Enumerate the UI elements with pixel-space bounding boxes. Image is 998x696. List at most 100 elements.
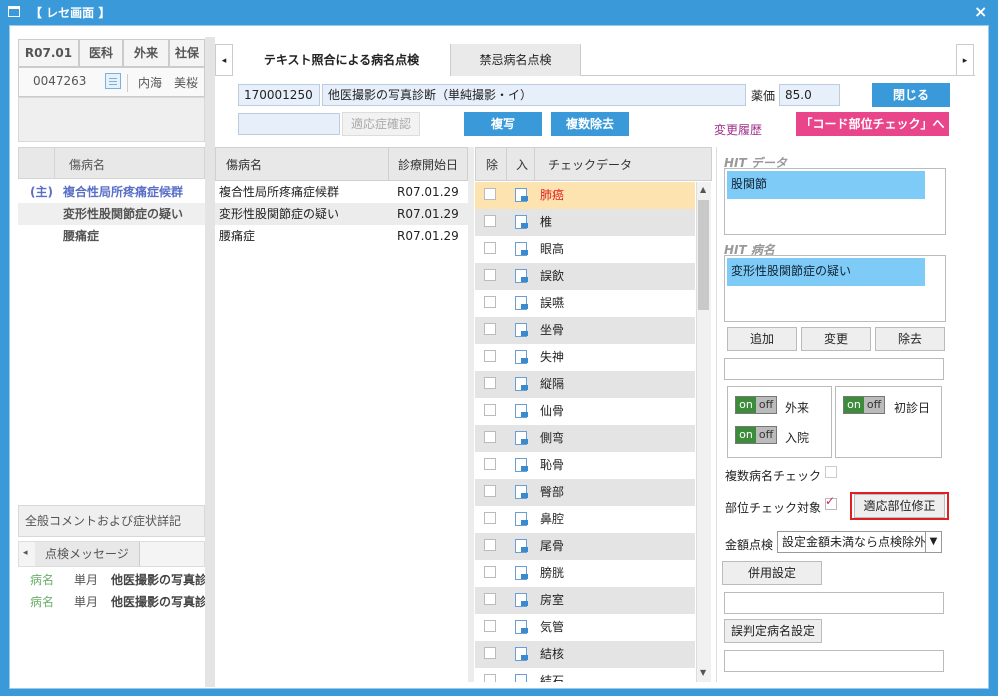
insert-document-icon[interactable] [515, 215, 528, 229]
exclude-checkbox[interactable] [484, 404, 496, 416]
tab-scroll-right-icon[interactable]: ▸ [956, 44, 974, 76]
check-data-row[interactable]: 恥骨 [475, 452, 695, 479]
message-row[interactable]: 病名 単月 他医撮影の写真診 [18, 591, 205, 613]
exclude-checkbox[interactable] [484, 377, 496, 389]
misjudge-input[interactable] [724, 650, 944, 672]
table-row[interactable]: 変形性股関節症の疑い R07.01.29 [215, 203, 468, 225]
price-field[interactable]: 85.0 [779, 84, 840, 106]
site-check-checkbox[interactable]: ✓ [825, 495, 837, 510]
copy-button[interactable]: 複写 [464, 112, 542, 136]
scroll-thumb[interactable] [698, 200, 709, 310]
insert-document-icon[interactable] [515, 296, 528, 310]
check-data-row[interactable]: 肺癌 [475, 182, 695, 209]
multi-disease-checkbox[interactable] [825, 466, 837, 478]
exclude-checkbox[interactable] [484, 215, 496, 227]
disease-item[interactable]: 変形性股関節症の疑い [18, 203, 205, 225]
exclude-checkbox[interactable] [484, 566, 496, 578]
insert-document-icon[interactable] [515, 431, 528, 445]
close-icon[interactable]: × [974, 2, 987, 21]
amount-check-select[interactable]: 設定金額未満なら点検除外 ▼ [777, 531, 942, 553]
insert-document-icon[interactable] [515, 593, 528, 607]
memo-icon[interactable] [105, 73, 121, 89]
insert-document-icon[interactable] [515, 674, 527, 682]
check-data-row[interactable]: 気管 [475, 614, 695, 641]
insert-document-icon[interactable] [515, 188, 528, 202]
scroll-down-icon[interactable]: ▼ [700, 668, 706, 677]
table-row[interactable]: 複合性局所疼痛症候群 R07.01.29 [215, 181, 468, 203]
hit-disease-box[interactable]: 変形性股関節症の疑い [724, 255, 946, 322]
splitter[interactable] [205, 37, 215, 687]
insert-document-icon[interactable] [515, 620, 528, 634]
check-data-row[interactable]: 坐骨 [475, 317, 695, 344]
tab-contraindication[interactable]: 禁忌病名点検 [451, 44, 581, 76]
insert-document-icon[interactable] [515, 242, 528, 256]
item-field[interactable]: 他医撮影の写真診断（単純撮影・イ） [322, 84, 746, 106]
insert-document-icon[interactable] [515, 566, 528, 580]
code-field[interactable]: 170001250 [238, 84, 320, 106]
check-data-row[interactable]: 誤嚥 [475, 290, 695, 317]
exclude-checkbox[interactable] [484, 485, 496, 497]
check-data-row[interactable]: 眼高 [475, 236, 695, 263]
exclude-checkbox[interactable] [484, 431, 496, 443]
hit-disease-item[interactable]: 変形性股関節症の疑い [727, 258, 925, 286]
insert-document-icon[interactable] [515, 512, 528, 526]
tab-scroll-left-icon[interactable]: ◂ [215, 44, 233, 76]
combined-setting-button[interactable]: 併用設定 [722, 561, 822, 585]
remove-button[interactable]: 除去 [875, 327, 945, 351]
tab-left-arrow-icon[interactable]: ◂ [23, 548, 28, 558]
check-data-row[interactable]: 房室 [475, 587, 695, 614]
exclude-checkbox[interactable] [484, 674, 496, 682]
site-fix-button[interactable]: 適応部位修正 [854, 494, 945, 518]
disease-input[interactable] [724, 358, 944, 380]
message-row[interactable]: 病名 単月 他医撮影の写真診 [18, 569, 205, 591]
code-site-check-button[interactable]: 「コード部位チェック」へ [796, 112, 949, 136]
indication-check-button[interactable]: 適応症確認 [342, 112, 420, 136]
exclude-checkbox[interactable] [484, 458, 496, 470]
tab-text-match[interactable]: テキスト照合による病名点検 [233, 44, 451, 76]
outpatient-toggle[interactable]: on off [735, 396, 777, 414]
check-data-row[interactable]: 結核 [475, 641, 695, 668]
check-data-row[interactable]: 縦隔 [475, 371, 695, 398]
exclude-checkbox[interactable] [484, 242, 496, 254]
insert-document-icon[interactable] [515, 269, 528, 283]
exclude-checkbox[interactable] [484, 323, 496, 335]
insert-document-icon[interactable] [515, 377, 528, 391]
exclude-checkbox[interactable] [484, 593, 496, 605]
insert-document-icon[interactable] [515, 404, 528, 418]
check-data-row[interactable]: 臀部 [475, 479, 695, 506]
tab-check-message[interactable]: 点検メッセージ [35, 542, 140, 566]
exclude-checkbox[interactable] [484, 188, 496, 200]
add-button[interactable]: 追加 [727, 327, 797, 351]
history-link[interactable]: 変更履歴 [714, 121, 762, 138]
insert-document-icon[interactable] [515, 539, 528, 553]
check-data-row[interactable]: 尾骨 [475, 533, 695, 560]
multi-remove-button[interactable]: 複数除去 [551, 112, 629, 136]
insert-document-icon[interactable] [515, 485, 528, 499]
first-visit-toggle[interactable]: on off [843, 396, 885, 414]
insert-document-icon[interactable] [515, 647, 528, 661]
check-data-row[interactable]: 失神 [475, 344, 695, 371]
disease-item[interactable]: (主) 複合性局所疼痛症候群 [18, 181, 205, 203]
inpatient-toggle[interactable]: on off [735, 426, 777, 444]
hit-data-item[interactable]: 股関節 [727, 171, 925, 199]
check-data-row[interactable]: 結石 [475, 668, 695, 682]
combined-input[interactable] [724, 592, 944, 614]
table-row[interactable]: 腰痛症 R07.01.29 [215, 225, 468, 247]
exclude-checkbox[interactable] [484, 620, 496, 632]
change-button[interactable]: 変更 [801, 327, 871, 351]
exclude-checkbox[interactable] [484, 296, 496, 308]
insert-document-icon[interactable] [515, 458, 528, 472]
exclude-checkbox[interactable] [484, 512, 496, 524]
indication-input[interactable] [238, 113, 340, 135]
exclude-checkbox[interactable] [484, 269, 496, 281]
hit-data-box[interactable]: 股関節 [724, 168, 946, 235]
close-button[interactable]: 閉じる [872, 83, 950, 107]
check-data-row[interactable]: 鼻腔 [475, 506, 695, 533]
exclude-checkbox[interactable] [484, 350, 496, 362]
exclude-checkbox[interactable] [484, 539, 496, 551]
comment-header[interactable]: 全般コメントおよび症状詳記 [18, 505, 205, 537]
check-data-row[interactable]: 仙骨 [475, 398, 695, 425]
insert-document-icon[interactable] [515, 323, 528, 337]
check-data-row[interactable]: 椎 [475, 209, 695, 236]
check-data-row[interactable]: 誤飲 [475, 263, 695, 290]
